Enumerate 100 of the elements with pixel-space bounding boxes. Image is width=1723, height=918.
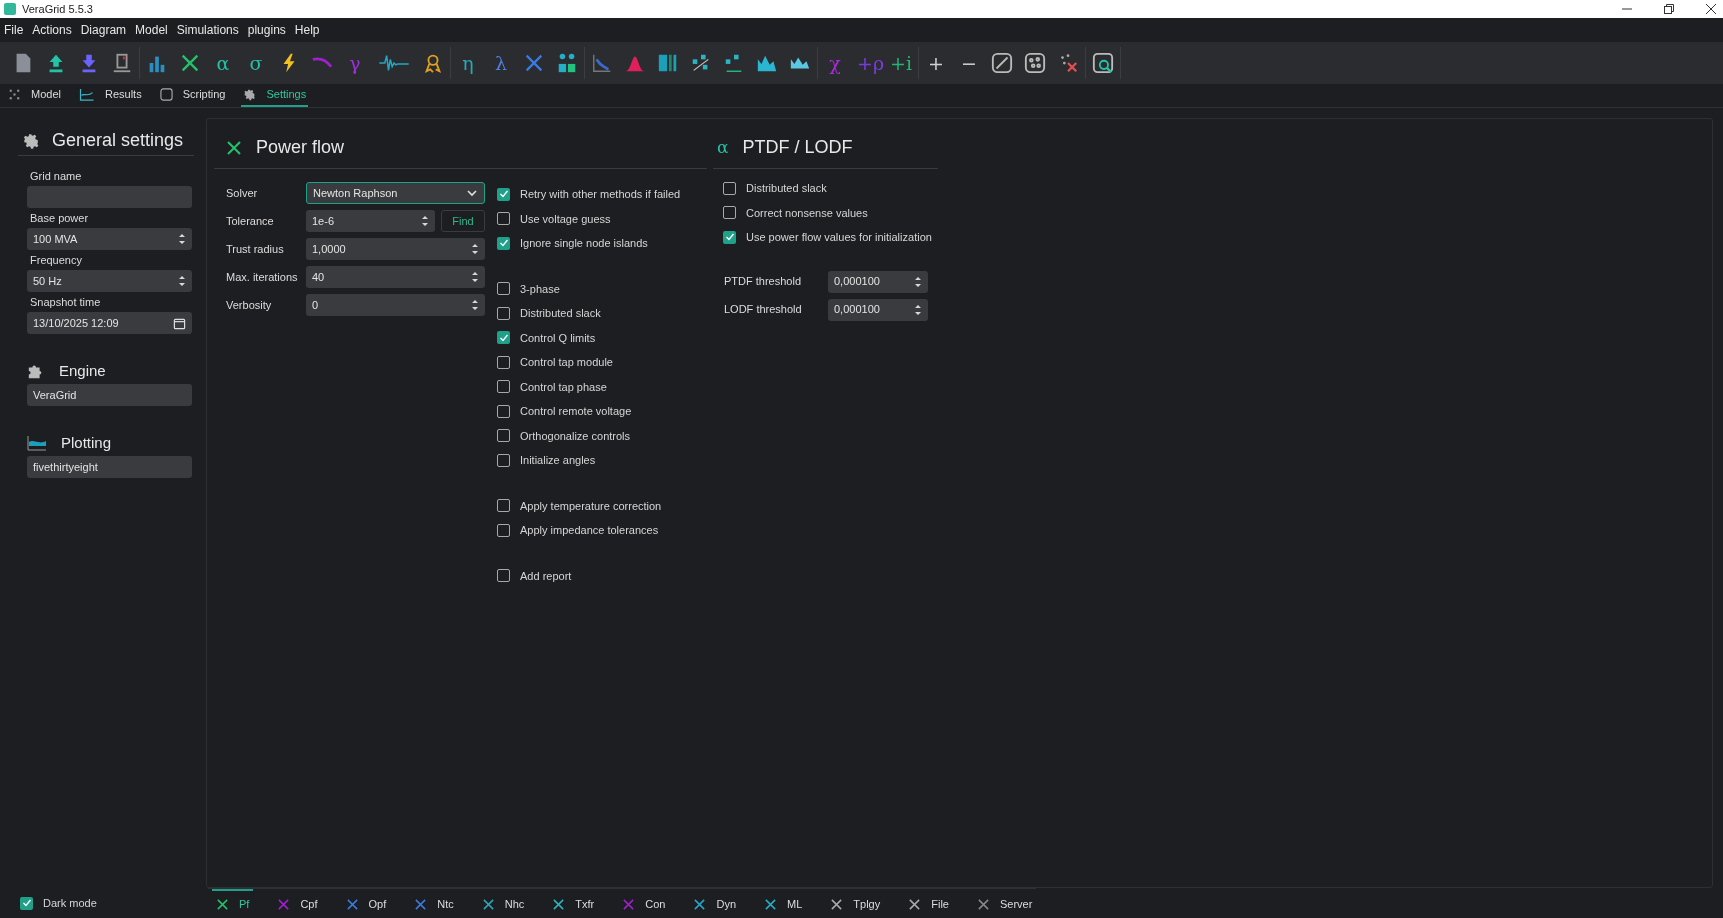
input-field[interactable] — [27, 186, 192, 208]
field-label: Max. iterations — [226, 269, 299, 285]
checkmark-icon — [498, 332, 509, 343]
spin-arrows-icon[interactable] — [471, 298, 479, 312]
checkbox[interactable] — [497, 499, 510, 513]
checkbox[interactable] — [723, 181, 736, 195]
checkbox[interactable] — [497, 282, 510, 296]
checkbox[interactable] — [497, 331, 510, 345]
restore-icon[interactable] — [1663, 3, 1675, 15]
tab[interactable]: Ntc — [410, 889, 458, 918]
tab[interactable]: Tplgy — [826, 889, 885, 918]
checkbox[interactable] — [497, 380, 510, 394]
spin-arrows-icon[interactable] — [914, 302, 922, 317]
menu-item[interactable]: Actions — [32, 21, 72, 39]
spin-arrows-icon[interactable] — [914, 274, 922, 289]
tab[interactable]: Nhc — [477, 889, 529, 918]
spin-box[interactable]: VeraGrid — [27, 384, 192, 406]
spin-arrows-icon[interactable] — [178, 232, 186, 246]
dropdown[interactable]: Newton Raphson — [306, 182, 485, 204]
spin-box[interactable]: 0,000100 — [828, 270, 928, 293]
field-label: Verbosity — [226, 297, 273, 313]
tab[interactable]: Scripting — [157, 83, 228, 107]
checkbox[interactable] — [497, 212, 510, 226]
spin-box[interactable]: 100 MVA — [27, 228, 192, 250]
toolbar-button[interactable]: + — [925, 53, 947, 73]
spin-arrows-icon[interactable] — [471, 270, 479, 284]
menu-item[interactable]: Model — [135, 21, 168, 39]
tab[interactable]: File — [904, 889, 953, 918]
line-diagonal-icon[interactable] — [991, 52, 1013, 74]
tab[interactable]: Con — [618, 889, 670, 918]
checkbox[interactable] — [723, 230, 736, 244]
dots-box-icon[interactable] — [1024, 52, 1046, 74]
spin-box[interactable]: 0 — [306, 294, 485, 316]
tab[interactable]: Opf — [341, 889, 391, 918]
tab[interactable]: Txfr — [548, 889, 599, 918]
field-label: LODF threshold — [724, 302, 803, 318]
checkbox[interactable] — [497, 187, 510, 201]
calendar-icon[interactable] — [173, 316, 186, 330]
menu-item[interactable]: Simulations — [176, 21, 239, 39]
find-button[interactable]: Find — [441, 210, 485, 232]
menu-item[interactable]: Diagram — [80, 21, 127, 39]
checkmark-icon — [21, 898, 32, 908]
network-icon[interactable] — [523, 52, 545, 74]
toolbar-button[interactable]: +i — [890, 53, 912, 73]
tab-icon — [481, 898, 495, 911]
ribbon-icon[interactable] — [422, 52, 444, 74]
tab[interactable]: Cpf — [273, 889, 322, 918]
section-title: General settings — [52, 129, 184, 152]
tab[interactable]: ML — [760, 889, 807, 918]
toolbar-button[interactable]: λ — [490, 53, 512, 73]
toolbar-button[interactable]: α — [212, 53, 234, 73]
checkbox[interactable] — [723, 206, 736, 220]
checkbox-label: Control remote voltage — [520, 404, 632, 419]
spin-box[interactable]: 0,000100 — [828, 298, 928, 321]
spin-box[interactable]: 50 Hz — [27, 270, 192, 292]
zoom-box-icon[interactable] — [1092, 52, 1114, 74]
toolbar-button[interactable]: η — [457, 53, 479, 73]
tab[interactable]: Settings — [241, 83, 309, 107]
tab[interactable]: Model — [6, 83, 63, 107]
menu-item[interactable]: File — [4, 21, 24, 39]
menu-item[interactable]: plugins — [247, 21, 286, 39]
checkbox-label: Add report — [520, 568, 572, 584]
checkbox-label: Distributed slack — [520, 306, 601, 321]
menu-item[interactable]: Help — [294, 21, 320, 39]
spin-box[interactable]: 40 — [306, 266, 485, 288]
tab-icon — [277, 898, 291, 911]
checkbox[interactable] — [497, 429, 510, 443]
checkbox[interactable] — [497, 306, 510, 320]
chevron-down-icon[interactable] — [466, 187, 478, 199]
checkbox[interactable] — [497, 569, 510, 583]
checkbox[interactable] — [497, 453, 510, 467]
spin-arrows-icon[interactable] — [178, 274, 186, 288]
checkbox[interactable] — [497, 523, 510, 537]
close-icon[interactable] — [1705, 3, 1717, 15]
checkbox-label: Distributed slack — [746, 181, 827, 196]
checkbox[interactable] — [497, 355, 510, 369]
terminal-icon — [159, 87, 173, 101]
toolbar-button[interactable]: − — [958, 53, 980, 73]
scatter-chart-icon[interactable] — [591, 52, 613, 74]
checkbox-label: Control tap phase — [520, 379, 607, 395]
field-label: Tolerance — [226, 213, 275, 229]
network-icon[interactable] — [179, 52, 201, 74]
toolbar-button[interactable]: σ — [245, 53, 267, 73]
monitor-icon[interactable] — [111, 52, 133, 74]
spin-box[interactable]: 1e-6 — [306, 210, 435, 232]
tab[interactable]: Server — [972, 889, 1037, 918]
date-field[interactable]: 13/10/2025 12:09 — [27, 312, 192, 334]
spin-arrows-icon[interactable] — [471, 242, 479, 256]
tab[interactable]: Dyn — [689, 889, 741, 918]
checkbox[interactable] — [497, 404, 510, 418]
checkbox[interactable] — [20, 896, 33, 910]
spin-box[interactable]: fivethirtyeight — [27, 456, 192, 478]
columns-icon[interactable] — [657, 52, 679, 74]
spin-arrows-icon[interactable] — [421, 214, 429, 228]
tab[interactable]: Pf — [212, 889, 254, 918]
tab-icon — [622, 898, 636, 911]
tab[interactable]: Results — [76, 83, 144, 107]
checkbox[interactable] — [497, 236, 510, 250]
checkmark-icon — [724, 232, 735, 243]
spin-box[interactable]: 1,0000 — [306, 238, 485, 260]
